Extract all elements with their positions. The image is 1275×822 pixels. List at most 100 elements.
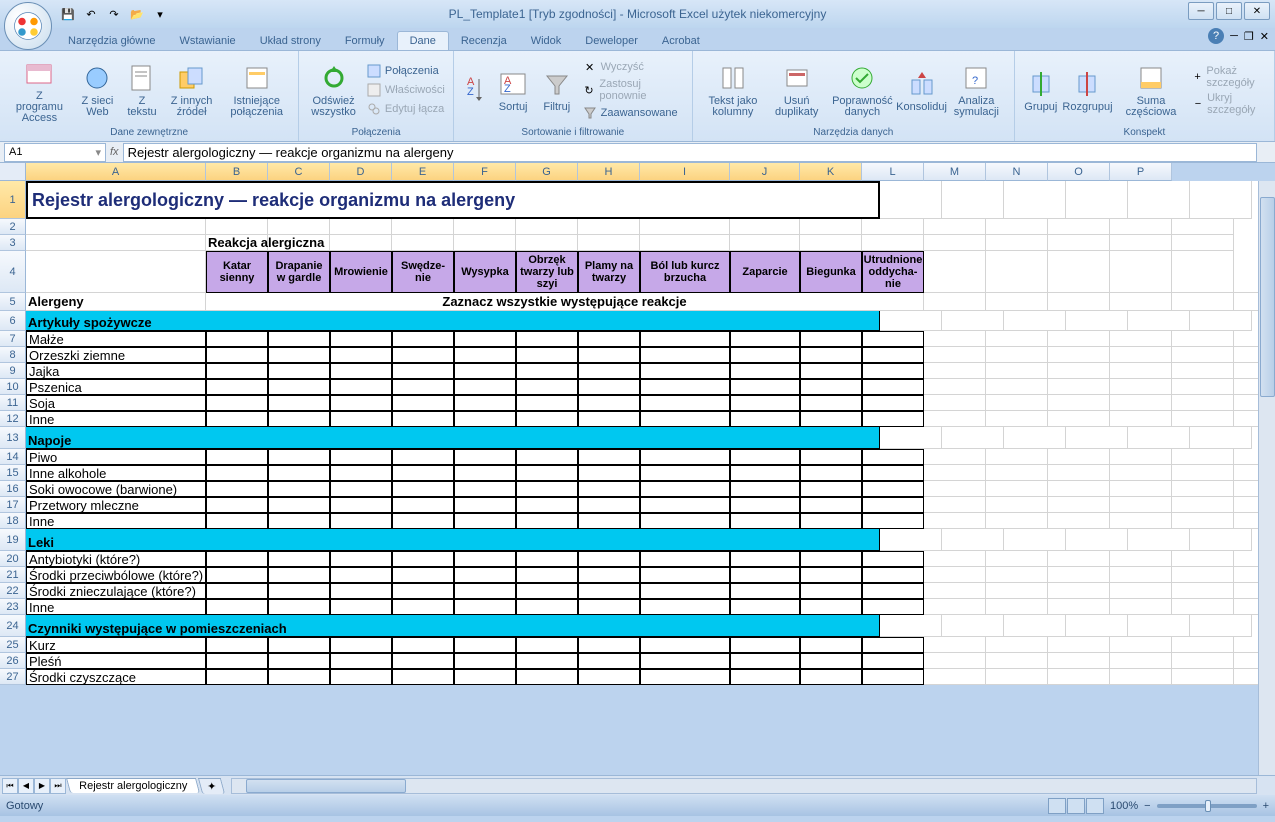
col-header[interactable]: K (800, 163, 862, 181)
cell[interactable] (330, 551, 392, 567)
cell[interactable] (26, 251, 206, 293)
cell[interactable] (640, 669, 730, 685)
cell[interactable] (454, 219, 516, 235)
cell[interactable] (1110, 235, 1172, 251)
cell[interactable] (1110, 293, 1172, 311)
cell[interactable]: Biegun­ka (800, 251, 862, 293)
cell[interactable] (862, 583, 924, 599)
cell[interactable] (1048, 599, 1110, 615)
tab-nav-last[interactable]: ⏭ (50, 778, 66, 794)
row-header[interactable]: 4 (0, 251, 26, 293)
cell[interactable] (268, 395, 330, 411)
cell[interactable] (516, 411, 578, 427)
cell[interactable] (516, 669, 578, 685)
edit-links-button[interactable]: Edytuj łącza (364, 100, 447, 118)
cell[interactable] (924, 411, 986, 427)
cell[interactable] (986, 219, 1048, 235)
scroll-thumb[interactable] (246, 779, 406, 793)
cell[interactable] (1048, 293, 1110, 311)
cell[interactable]: Orzeszki ziemne (26, 347, 206, 363)
cell[interactable] (1172, 293, 1234, 311)
existing-conn-button[interactable]: Istniejące połączenia (221, 60, 292, 120)
row-header[interactable]: 15 (0, 465, 26, 481)
cell[interactable]: Kurz (26, 637, 206, 653)
cell[interactable] (330, 449, 392, 465)
cell[interactable] (1190, 529, 1252, 551)
cell[interactable] (516, 481, 578, 497)
cell[interactable] (640, 465, 730, 481)
open-icon[interactable]: 📂 (127, 4, 147, 24)
cell[interactable] (578, 449, 640, 465)
cell[interactable] (268, 465, 330, 481)
name-box[interactable]: A1▾ (4, 143, 106, 162)
cell[interactable] (1190, 427, 1252, 449)
reapply-button[interactable]: ↻Zastosuj ponownie (580, 77, 686, 103)
cell[interactable]: Małże (26, 331, 206, 347)
cell[interactable] (1048, 669, 1110, 685)
properties-button[interactable]: Właściwości (364, 81, 447, 99)
cell[interactable] (578, 583, 640, 599)
cell[interactable] (730, 235, 800, 251)
row-header[interactable]: 19 (0, 529, 26, 551)
cell[interactable] (454, 497, 516, 513)
cell[interactable] (392, 411, 454, 427)
cell[interactable] (1110, 497, 1172, 513)
cell[interactable] (640, 481, 730, 497)
cell[interactable] (578, 235, 640, 251)
cell[interactable] (578, 411, 640, 427)
cell[interactable] (26, 219, 206, 235)
cell[interactable] (942, 615, 1004, 637)
cell[interactable] (516, 599, 578, 615)
cell[interactable] (1048, 235, 1110, 251)
cell[interactable] (924, 379, 986, 395)
cell[interactable] (924, 497, 986, 513)
cell[interactable] (578, 363, 640, 379)
ungroup-button[interactable]: Rozgrupuj (1063, 66, 1112, 115)
doc-close-icon[interactable]: ✕ (1260, 30, 1269, 43)
cell[interactable] (800, 583, 862, 599)
cell[interactable]: Środki znieczulające (które?) (26, 583, 206, 599)
cell[interactable] (924, 251, 986, 293)
zoom-in-button[interactable]: + (1263, 800, 1269, 812)
cell[interactable] (1128, 529, 1190, 551)
cell[interactable] (862, 653, 924, 669)
row-header[interactable]: 12 (0, 411, 26, 427)
cell[interactable] (986, 669, 1048, 685)
cell[interactable] (206, 395, 268, 411)
cell[interactable]: Obrzęk twarzy lub szyi (516, 251, 578, 293)
cell[interactable] (330, 583, 392, 599)
cell[interactable] (578, 513, 640, 529)
tab-insert[interactable]: Wstawianie (167, 32, 247, 50)
cell[interactable] (1048, 251, 1110, 293)
cell[interactable] (730, 669, 800, 685)
cell[interactable] (1172, 637, 1234, 653)
cell[interactable]: Antybiotyki (które?) (26, 551, 206, 567)
cell[interactable] (578, 219, 640, 235)
cell[interactable] (730, 449, 800, 465)
row-header[interactable]: 20 (0, 551, 26, 567)
cell[interactable] (206, 551, 268, 567)
cell[interactable] (1048, 379, 1110, 395)
cell[interactable] (800, 497, 862, 513)
cell[interactable] (924, 347, 986, 363)
doc-minimize-icon[interactable]: ─ (1230, 30, 1238, 42)
cell[interactable] (1004, 529, 1066, 551)
sheet-tab[interactable]: Rejestr alergologiczny (66, 778, 200, 793)
cell[interactable] (730, 219, 800, 235)
fx-icon[interactable]: fx (110, 146, 119, 158)
cell[interactable] (1110, 465, 1172, 481)
cell[interactable] (1004, 311, 1066, 331)
cell[interactable] (1048, 583, 1110, 599)
cell[interactable] (862, 411, 924, 427)
col-header[interactable]: E (392, 163, 454, 181)
cell[interactable] (1048, 567, 1110, 583)
close-button[interactable]: ✕ (1244, 2, 1270, 20)
row-header[interactable]: 5 (0, 293, 26, 311)
cell[interactable]: Jajka (26, 363, 206, 379)
whatif-button[interactable]: ?Analiza symulacji (945, 60, 1008, 120)
cell[interactable] (1172, 449, 1234, 465)
cell[interactable] (578, 379, 640, 395)
cell[interactable] (578, 669, 640, 685)
cell[interactable] (454, 363, 516, 379)
filter-button[interactable]: Filtruj (536, 66, 578, 115)
